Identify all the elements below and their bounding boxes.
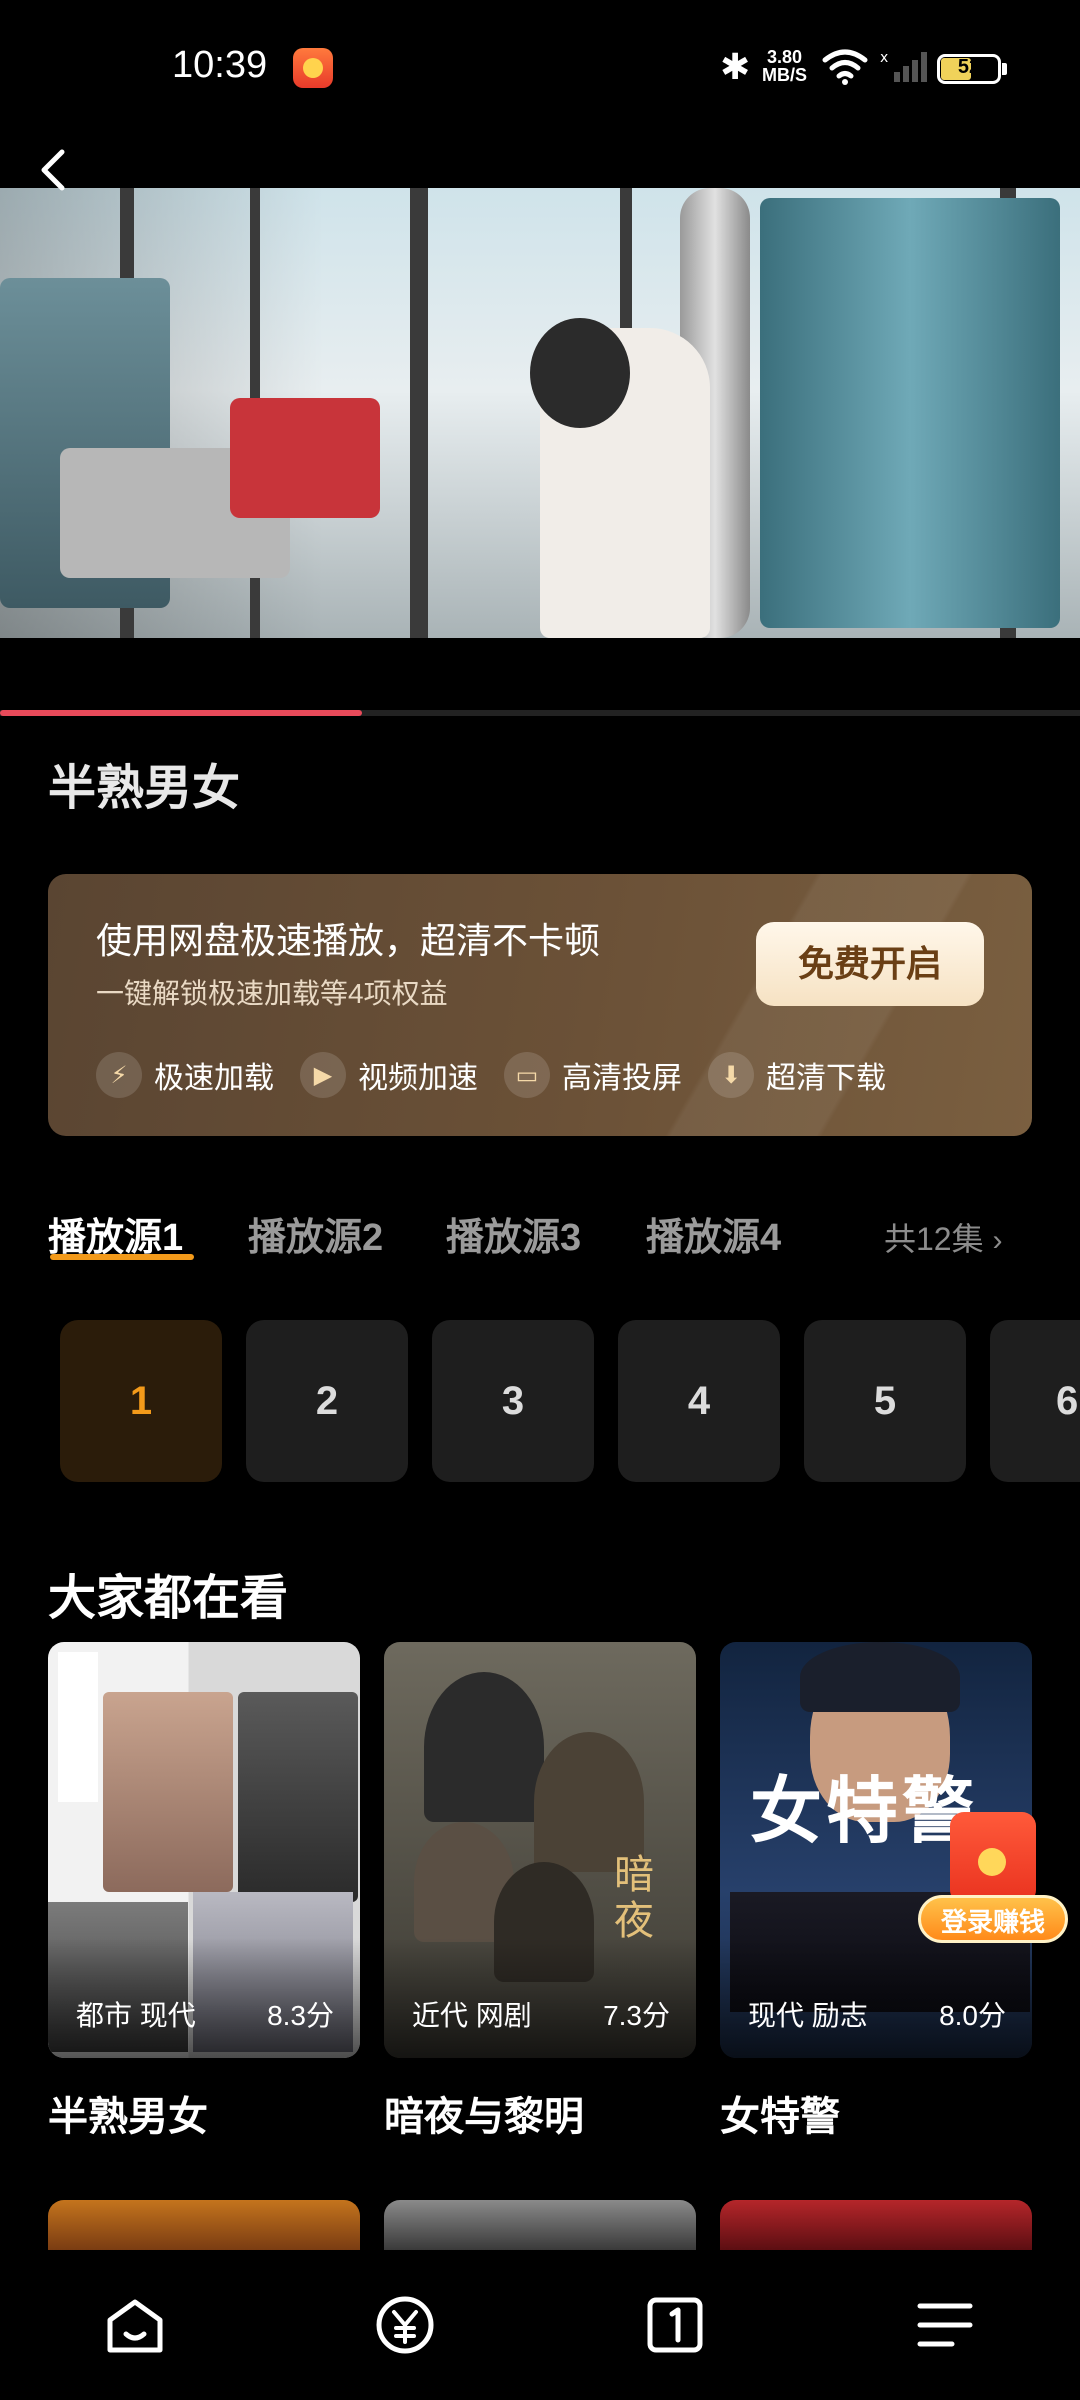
chevron-right-icon: › bbox=[992, 1224, 1003, 1257]
bluetooth-icon: ✱ bbox=[720, 46, 751, 87]
status-time: 10:39 bbox=[172, 44, 268, 86]
video-progress-fill bbox=[0, 710, 362, 716]
network-speed: 3.80 MB/S bbox=[762, 48, 807, 84]
download-icon: ⬇ bbox=[708, 1052, 754, 1098]
battery-percent: 52 bbox=[957, 56, 981, 78]
menu-icon[interactable] bbox=[912, 2292, 978, 2358]
lightning-icon: ⚡ bbox=[96, 1052, 142, 1098]
network-speed-value: 3.80 bbox=[766, 47, 803, 67]
poster-card[interactable]: 暗夜 近代 网剧 7.3分 bbox=[384, 1642, 696, 2058]
svg-text:x: x bbox=[880, 50, 888, 66]
red-envelope-icon[interactable] bbox=[950, 1812, 1036, 1904]
poster-score: 8.0分 bbox=[939, 2000, 1006, 2031]
episode-count: 共12集 bbox=[884, 1221, 984, 1257]
back-arrow-icon[interactable] bbox=[30, 140, 80, 200]
tab-source-1[interactable]: 播放源1 bbox=[48, 1206, 183, 1261]
feature-download: ⬇ 超清下载 bbox=[708, 1050, 886, 1100]
number-one-icon[interactable] bbox=[642, 2292, 708, 2358]
feature-video-speed: ▶ 视频加速 bbox=[300, 1050, 478, 1100]
network-speed-unit: MB/S bbox=[762, 65, 807, 85]
episode-button[interactable]: 2 bbox=[246, 1320, 408, 1482]
tab-source-2[interactable]: 播放源2 bbox=[248, 1206, 383, 1261]
login-reward-button[interactable]: 登录赚钱 bbox=[918, 1895, 1068, 1943]
free-enable-button[interactable]: 免费开启 bbox=[756, 922, 984, 1006]
poster-score: 7.3分 bbox=[603, 2000, 670, 2031]
episode-button[interactable]: 4 bbox=[618, 1320, 780, 1482]
cast-icon: ▭ bbox=[504, 1052, 550, 1098]
yuan-icon[interactable] bbox=[372, 2292, 438, 2358]
home-icon[interactable] bbox=[102, 2292, 168, 2358]
video-player[interactable] bbox=[0, 188, 1080, 638]
signal-icon: x bbox=[880, 50, 927, 82]
promo-title: 使用网盘极速播放，超清不卡顿 bbox=[96, 920, 601, 961]
tab-source-3[interactable]: 播放源3 bbox=[446, 1206, 581, 1261]
tab-source-4[interactable]: 播放源4 bbox=[646, 1206, 781, 1261]
episode-button[interactable]: 5 bbox=[804, 1320, 966, 1482]
feature-label: 极速加载 bbox=[154, 1062, 274, 1095]
promo-card[interactable]: 使用网盘极速播放，超清不卡顿 一键解锁极速加载等4项权益 免费开启 ⚡ 极速加载… bbox=[48, 874, 1032, 1136]
drama-title: 半熟男女 bbox=[48, 762, 241, 815]
battery-tip bbox=[1002, 63, 1007, 75]
active-tab-underline bbox=[50, 1254, 194, 1260]
feature-cast: ▭ 高清投屏 bbox=[504, 1050, 682, 1100]
app-notification-icon bbox=[293, 48, 333, 88]
poster-card[interactable]: 都市 现代 8.3分 bbox=[48, 1642, 360, 2058]
feature-label: 视频加速 bbox=[358, 1062, 478, 1095]
poster-tags: 近代 网剧 bbox=[412, 2000, 532, 2031]
episode-button[interactable]: 6 bbox=[990, 1320, 1080, 1482]
section-title-popular: 大家都在看 bbox=[48, 1572, 289, 1625]
poster-title[interactable]: 女特警 bbox=[720, 2084, 840, 2142]
episode-button[interactable]: 1 bbox=[60, 1320, 222, 1482]
poster-tags: 现代 励志 bbox=[748, 2000, 868, 2031]
poster-tags: 都市 现代 bbox=[76, 2000, 196, 2031]
poster-title[interactable]: 半熟男女 bbox=[48, 2084, 208, 2142]
poster-title[interactable]: 暗夜与黎明 bbox=[384, 2084, 584, 2142]
poster-score: 8.3分 bbox=[267, 2000, 334, 2031]
poster-card[interactable] bbox=[384, 2200, 696, 2250]
episode-count-link[interactable]: 共12集 › bbox=[884, 1214, 1003, 1260]
feature-label: 高清投屏 bbox=[562, 1062, 682, 1095]
feature-label: 超清下载 bbox=[766, 1062, 886, 1095]
poster-card[interactable] bbox=[720, 2200, 1032, 2250]
wifi-icon bbox=[822, 49, 868, 85]
episode-button[interactable]: 3 bbox=[432, 1320, 594, 1482]
play-fast-icon: ▶ bbox=[300, 1052, 346, 1098]
feature-fast-load: ⚡ 极速加载 bbox=[96, 1050, 274, 1100]
promo-subtitle: 一键解锁极速加载等4项权益 bbox=[96, 978, 448, 1009]
poster-card[interactable] bbox=[48, 2200, 360, 2250]
